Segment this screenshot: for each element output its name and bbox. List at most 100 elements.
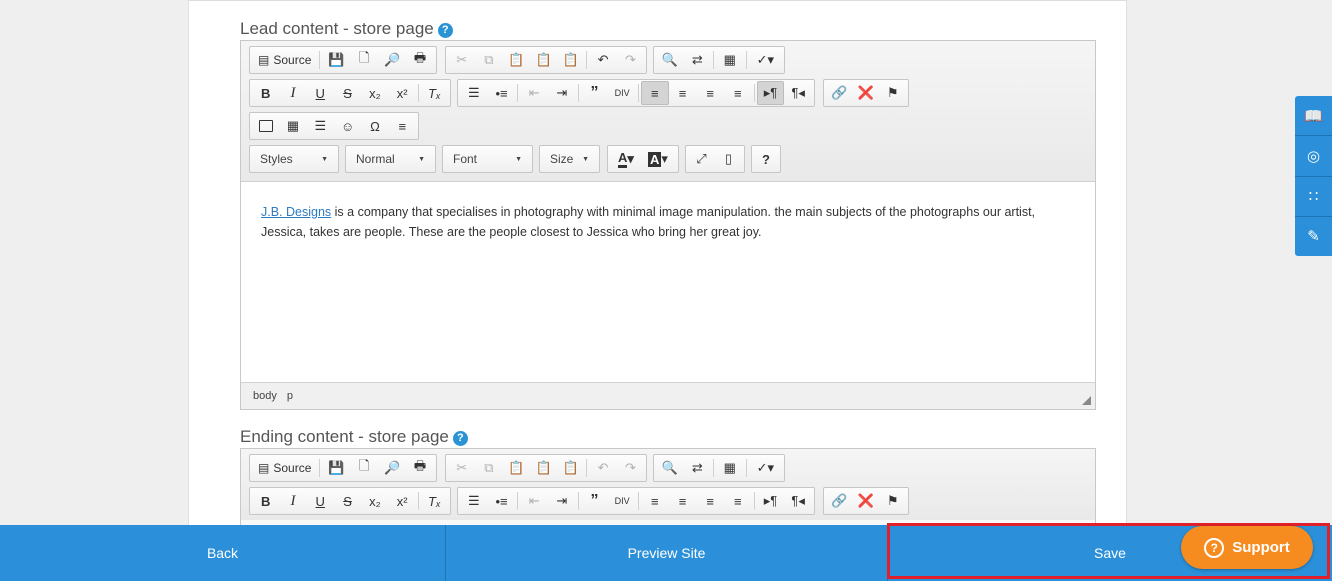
indent-icon[interactable]: ⇥ [548,489,576,513]
page-break-icon[interactable]: ≡ [389,114,416,138]
link-icon[interactable]: 🔗 [826,489,853,513]
paste-word-icon[interactable]: 📋 [557,456,584,480]
print-icon[interactable]: 🖶 [406,48,434,72]
smiley-icon[interactable]: ☺ [334,114,361,138]
show-blocks-icon[interactable]: ▯ [715,147,742,171]
bulleted-list-icon[interactable]: •≡ [488,81,516,105]
format-dropdown[interactable]: Normal ▼ [345,145,436,173]
superscript-icon[interactable]: x² [388,489,415,513]
anchor-flag-icon[interactable]: ⚑ [879,81,906,105]
redo-icon[interactable]: ↷ [617,48,644,72]
rtl-icon[interactable]: ¶◂ [784,489,812,513]
preview-site-button[interactable]: Preview Site [446,525,887,581]
rtl-icon[interactable]: ¶◂ [784,81,812,105]
preview-icon[interactable]: 🔎 [378,48,406,72]
div-icon[interactable]: DIV [608,489,636,513]
align-center-icon[interactable]: ≡ [669,81,697,105]
numbered-list-icon[interactable]: ☰ [460,489,488,513]
underline-icon[interactable]: U [307,81,334,105]
blockquote-icon[interactable]: ” [581,489,609,513]
align-left-icon[interactable]: ≡ [641,489,669,513]
lifebuoy-icon[interactable]: ◎ [1295,136,1332,177]
remove-format-icon[interactable]: Tₓ [421,81,448,105]
align-right-icon[interactable]: ≡ [696,489,724,513]
cut-icon[interactable]: ✂ [448,456,475,480]
print-icon[interactable]: 🖶 [406,456,434,480]
find-icon[interactable]: 🔍 [656,48,684,72]
justify-icon[interactable]: ≡ [724,81,752,105]
outdent-icon[interactable]: ⇤ [520,81,548,105]
size-dropdown[interactable]: Size ▼ [539,145,600,173]
path-body[interactable]: body [253,390,277,402]
text-color-icon[interactable]: A ▾ [610,147,642,171]
strikethrough-icon[interactable]: S [334,81,361,105]
align-right-icon[interactable]: ≡ [696,81,724,105]
paste-text-icon[interactable]: 📋 [530,48,557,72]
outdent-icon[interactable]: ⇤ [520,489,548,513]
preview-icon[interactable]: 🔎 [378,456,406,480]
paste-word-icon[interactable]: 📋 [557,48,584,72]
align-left-icon[interactable]: ≡ [640,81,669,105]
ltr-icon[interactable]: ▸¶ [757,489,785,513]
numbered-list-icon[interactable]: ☰ [460,81,488,105]
save-doc-icon[interactable]: 💾 [322,48,350,72]
save-doc-icon[interactable]: 💾 [322,456,350,480]
undo-icon[interactable]: ↶ [589,48,616,72]
back-button[interactable]: Back [0,525,445,581]
strikethrough-icon[interactable]: S [334,489,361,513]
background-color-icon[interactable]: A ▾ [642,147,674,171]
source-button[interactable]: ▤ Source [252,48,317,72]
new-page-icon[interactable]: 🗋 [350,48,378,72]
div-icon[interactable]: DIV [608,81,636,105]
paste-icon[interactable]: 📋 [503,456,530,480]
indent-icon[interactable]: ⇥ [548,81,576,105]
support-button[interactable]: ? Support [1181,526,1313,569]
anchor-flag-icon[interactable]: ⚑ [879,489,906,513]
underline-icon[interactable]: U [307,489,334,513]
italic-icon[interactable]: I [279,489,306,513]
book-icon[interactable]: 📖 [1295,96,1332,137]
redo-icon[interactable]: ↷ [617,456,644,480]
link-icon[interactable]: 🔗 [826,81,853,105]
undo-icon[interactable]: ↶ [589,456,616,480]
help-icon[interactable]: ? [452,431,468,446]
paste-text-icon[interactable]: 📋 [530,456,557,480]
source-button[interactable]: ▤ Source [252,456,317,480]
jb-designs-link[interactable]: J.B. Designs [261,205,331,219]
copy-icon[interactable]: ⧉ [475,48,502,72]
bold-icon[interactable]: B [252,489,279,513]
replace-icon[interactable]: ⇄ [684,456,712,480]
align-center-icon[interactable]: ≡ [669,489,697,513]
bold-icon[interactable]: B [252,81,279,105]
table-icon[interactable]: ▦ [279,114,306,138]
superscript-icon[interactable]: x² [388,81,415,105]
paste-icon[interactable]: 📋 [503,48,530,72]
unlink-icon[interactable]: ❌ [853,489,880,513]
editor-content-area[interactable]: J.B. Designs is a company that specialis… [241,181,1095,382]
help-button[interactable]: ? [754,147,778,171]
select-all-icon[interactable]: ▦ [716,456,744,480]
ltr-icon[interactable]: ▸¶ [756,81,785,105]
path-p[interactable]: p [287,390,293,402]
replace-icon[interactable]: ⇄ [684,48,712,72]
font-dropdown[interactable]: Font ▼ [442,145,533,173]
blockquote-icon[interactable]: ” [581,81,609,105]
image-icon[interactable] [252,114,279,138]
subscript-icon[interactable]: x₂ [361,489,388,513]
spellcheck-icon[interactable]: ✓▾ [749,456,782,480]
find-icon[interactable]: 🔍 [656,456,684,480]
cut-icon[interactable]: ✂ [448,48,475,72]
subscript-icon[interactable]: x₂ [361,81,388,105]
special-char-icon[interactable]: Ω [361,114,388,138]
justify-icon[interactable]: ≡ [724,489,752,513]
unlink-icon[interactable]: ❌ [853,81,880,105]
copy-icon[interactable]: ⧉ [475,456,502,480]
rss-icon[interactable]: ∷ [1295,177,1332,217]
styles-dropdown[interactable]: Styles ▼ [249,145,339,173]
maximize-icon[interactable]: ⤢ [688,147,715,171]
new-page-icon[interactable]: 🗋 [350,456,378,480]
italic-icon[interactable]: I [279,81,306,105]
edit-icon[interactable]: ✎ [1295,217,1332,256]
select-all-icon[interactable]: ▦ [716,48,744,72]
spellcheck-icon[interactable]: ✓▾ [749,48,782,72]
